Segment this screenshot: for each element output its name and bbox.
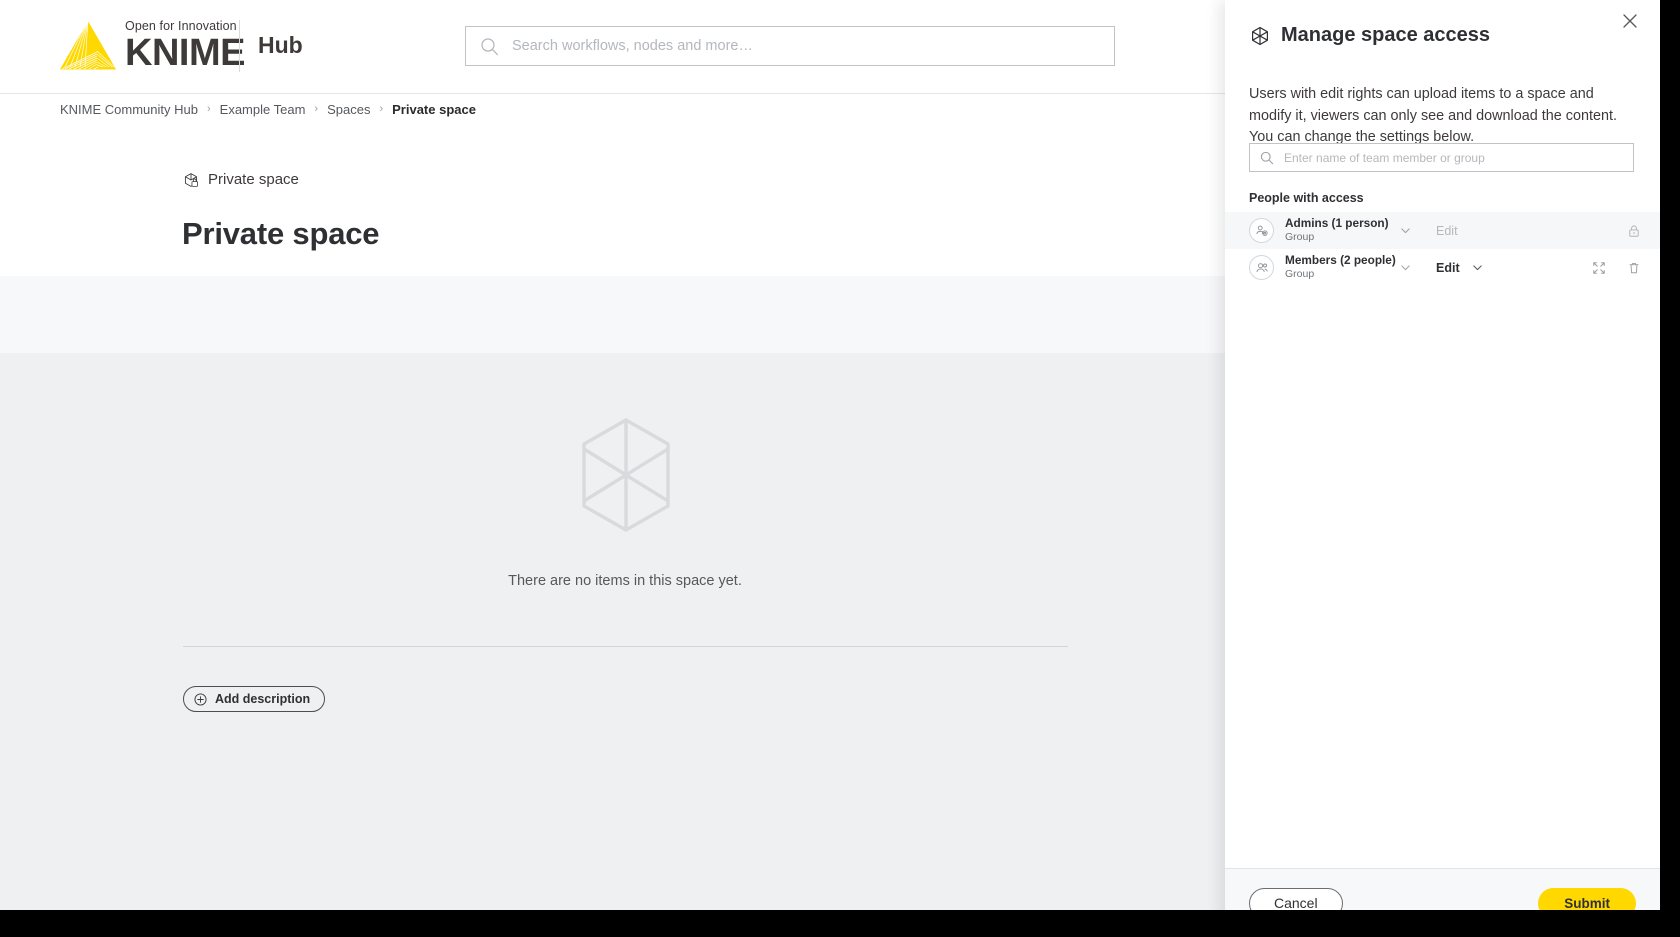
member-search-input[interactable]: Enter name of team member or group xyxy=(1249,143,1634,172)
trash-icon[interactable] xyxy=(1627,261,1641,275)
plus-circle-icon xyxy=(194,693,207,706)
breadcrumb-separator: › xyxy=(207,103,211,115)
empty-space-cube-icon xyxy=(576,415,676,535)
row-actions xyxy=(1627,224,1648,238)
chevron-down-icon xyxy=(1471,261,1484,274)
space-kicker-label: Private space xyxy=(208,171,299,188)
admin-group-icon xyxy=(1254,223,1270,239)
logo-wordmark: KNIME xyxy=(125,34,245,72)
product-name: Hub xyxy=(258,32,303,59)
close-icon[interactable] xyxy=(1619,10,1641,32)
breadcrumb-separator: › xyxy=(379,103,383,115)
breadcrumb-item-0[interactable]: KNIME Community Hub xyxy=(60,102,198,117)
content-divider xyxy=(183,646,1068,647)
breadcrumb-item-current: Private space xyxy=(392,102,476,117)
space-kicker: Private space xyxy=(183,171,299,188)
global-search-placeholder: Search workflows, nodes and more… xyxy=(512,38,753,54)
row-info: Members (2 people) Group xyxy=(1285,254,1401,281)
row-actions xyxy=(1592,261,1648,275)
people-list: Admins (1 person) Group Edit xyxy=(1225,212,1660,286)
row-name: Members (2 people) xyxy=(1285,254,1401,267)
add-description-button[interactable]: Add description xyxy=(183,686,325,712)
header-divider xyxy=(239,20,240,72)
cancel-button[interactable]: Cancel xyxy=(1249,888,1343,911)
table-row[interactable]: Admins (1 person) Group Edit xyxy=(1225,212,1660,249)
lock-icon xyxy=(1627,224,1641,238)
breadcrumb-item-1[interactable]: Example Team xyxy=(220,102,306,117)
space-hex-icon xyxy=(1250,26,1270,46)
private-space-icon xyxy=(183,172,199,188)
empty-state-message: There are no items in this space yet. xyxy=(0,573,1250,589)
row-subtitle: Group xyxy=(1285,268,1401,281)
chevron-down-icon[interactable] xyxy=(1399,224,1412,237)
search-icon xyxy=(480,37,499,56)
group-icon xyxy=(1254,260,1270,276)
row-subtitle: Group xyxy=(1285,231,1401,244)
row-name: Admins (1 person) xyxy=(1285,217,1401,230)
logo-tagline: Open for Innovation xyxy=(125,19,245,33)
avatar xyxy=(1249,218,1274,243)
app-page: Open for Innovation KNIME Hub Search wor… xyxy=(0,0,1660,910)
panel-title: Manage space access xyxy=(1250,24,1490,47)
page-title: Private space xyxy=(182,216,379,252)
row-role-value: Edit xyxy=(1436,224,1458,238)
submit-button[interactable]: Submit xyxy=(1538,888,1636,911)
manage-space-access-panel: Manage space access Users with edit righ… xyxy=(1225,0,1660,910)
member-search-placeholder: Enter name of team member or group xyxy=(1284,151,1485,165)
search-icon xyxy=(1260,151,1274,165)
panel-footer: Cancel Submit xyxy=(1225,868,1660,910)
close-x-icon xyxy=(1623,14,1637,28)
expand-icon[interactable] xyxy=(1592,261,1606,275)
avatar xyxy=(1249,255,1274,280)
add-description-label: Add description xyxy=(215,692,310,706)
chevron-down-icon[interactable] xyxy=(1399,261,1412,274)
knime-triangle-icon xyxy=(57,18,119,72)
row-role-select[interactable]: Edit xyxy=(1436,261,1506,275)
breadcrumb-item-2[interactable]: Spaces xyxy=(327,102,370,117)
knime-logo[interactable]: Open for Innovation KNIME xyxy=(57,18,245,72)
row-role-value: Edit xyxy=(1436,261,1460,275)
panel-title-label: Manage space access xyxy=(1281,24,1490,47)
row-info: Admins (1 person) Group xyxy=(1285,217,1401,244)
panel-description: Users with edit rights can upload items … xyxy=(1249,84,1635,149)
people-with-access-label: People with access xyxy=(1249,191,1364,205)
breadcrumb-separator: › xyxy=(314,103,318,115)
row-role: Edit xyxy=(1436,224,1506,238)
table-row[interactable]: Members (2 people) Group Edit xyxy=(1225,249,1660,286)
global-search-input[interactable]: Search workflows, nodes and more… xyxy=(465,26,1115,66)
